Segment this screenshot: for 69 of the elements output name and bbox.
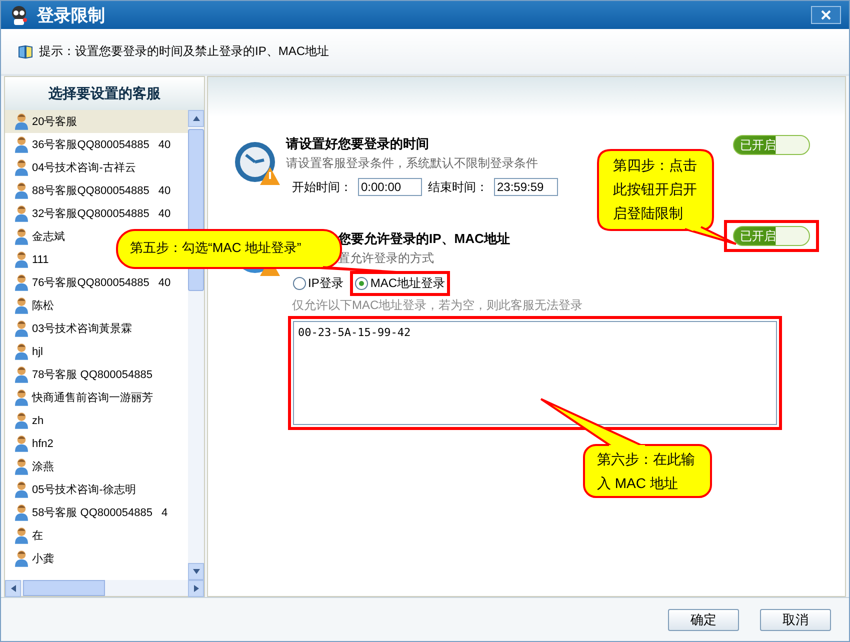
radio-button[interactable] bbox=[355, 277, 368, 290]
start-time-field[interactable]: 0:00:00 bbox=[358, 178, 422, 196]
person-icon bbox=[15, 389, 28, 406]
agent-item[interactable]: 03号技术咨询黃景霖 bbox=[5, 317, 188, 340]
agent-item[interactable]: 76号客服QQ800054885 40 bbox=[5, 271, 188, 294]
person-icon bbox=[15, 251, 28, 268]
person-icon bbox=[15, 136, 28, 153]
horizontal-scrollbar[interactable] bbox=[5, 580, 204, 596]
section-title: 请设置好您要登录的时间 bbox=[286, 135, 430, 153]
section-subtitle: 请设置客服登录条件，系统默认不限制登录条件 bbox=[286, 155, 539, 172]
person-icon bbox=[15, 527, 28, 544]
cancel-button[interactable]: 取消 bbox=[760, 608, 831, 630]
agent-item[interactable]: hjl bbox=[5, 340, 188, 363]
down-arrow-icon bbox=[192, 569, 200, 574]
radio-option[interactable]: MAC地址登录 bbox=[355, 275, 446, 292]
agent-item[interactable]: 78号客服 QQ800054885 bbox=[5, 363, 188, 386]
agent-item[interactable]: 20号客服 bbox=[5, 110, 188, 133]
person-icon bbox=[15, 228, 28, 245]
left-arrow-icon bbox=[10, 585, 16, 592]
mascot-icon bbox=[9, 5, 29, 25]
person-icon bbox=[15, 274, 28, 291]
agent-list-header: 选择要设置的客服 bbox=[5, 77, 204, 110]
agent-item[interactable]: zh bbox=[5, 409, 188, 432]
agent-item[interactable]: 陈松 bbox=[5, 294, 188, 317]
mac-address-field[interactable]: 00-23-5A-15-99-42 bbox=[293, 321, 777, 425]
address-note: 仅允许以下MAC地址登录，若为空，则此客服无法登录 bbox=[291, 297, 584, 314]
person-icon bbox=[15, 320, 28, 337]
agent-item[interactable]: 05号技术咨询-徐志明 bbox=[5, 478, 188, 501]
right-arrow-icon bbox=[194, 585, 198, 592]
person-icon bbox=[15, 481, 28, 498]
agent-item[interactable]: 快商通售前咨询一游丽芳 bbox=[5, 386, 188, 409]
person-icon bbox=[15, 366, 28, 383]
clock-warning-icon bbox=[234, 141, 280, 187]
radio-button[interactable] bbox=[293, 277, 306, 290]
end-time-field[interactable]: 23:59:59 bbox=[494, 178, 558, 196]
callout-tooltip: 第四步：点击此按钮开启开启登陆限制 bbox=[597, 149, 737, 245]
agent-item[interactable]: 32号客服QQ800054885 40 bbox=[5, 202, 188, 225]
person-icon bbox=[15, 550, 28, 567]
start-time-label: 开始时间： bbox=[292, 178, 352, 196]
agent-item[interactable]: 88号客服QQ800054885 40 bbox=[5, 179, 188, 202]
close-button[interactable] bbox=[811, 6, 841, 24]
agent-item[interactable]: 小龚 bbox=[5, 547, 188, 570]
person-icon bbox=[15, 504, 28, 521]
confirm-button[interactable]: 确定 bbox=[668, 608, 739, 630]
person-icon bbox=[15, 159, 28, 176]
person-icon bbox=[15, 205, 28, 222]
person-icon bbox=[15, 182, 28, 199]
agent-item[interactable]: 58号客服 QQ800054885 4 bbox=[5, 501, 188, 524]
end-time-label: 结束时间： bbox=[428, 178, 488, 196]
book-icon bbox=[18, 44, 33, 58]
person-icon bbox=[15, 435, 28, 452]
person-icon bbox=[15, 343, 28, 360]
agent-item[interactable]: 在 bbox=[5, 524, 188, 547]
radio-option[interactable]: IP登录 bbox=[293, 275, 344, 292]
toggle-switch[interactable]: 已开启 bbox=[733, 135, 810, 155]
close-icon bbox=[821, 10, 831, 20]
hint-text: 提示：设置您要登录的时间及禁止登录的IP、MAC地址 bbox=[39, 43, 330, 60]
up-arrow-icon bbox=[192, 116, 200, 121]
agent-item[interactable]: hfn2 bbox=[5, 432, 188, 455]
agent-item[interactable]: 36号客服QQ800054885 40 bbox=[5, 133, 188, 156]
person-icon bbox=[15, 113, 28, 130]
agent-item[interactable]: 04号技术咨询-古祥云 bbox=[5, 156, 188, 179]
callout-tooltip: 第六步：在此输入 MAC 地址 bbox=[539, 397, 713, 499]
person-icon bbox=[15, 458, 28, 475]
person-icon bbox=[15, 297, 28, 314]
person-icon bbox=[15, 412, 28, 429]
window-title: 登录限制 bbox=[37, 4, 106, 26]
toggle-switch[interactable]: 已开启 bbox=[733, 226, 810, 246]
agent-item[interactable]: 涂燕 bbox=[5, 455, 188, 478]
